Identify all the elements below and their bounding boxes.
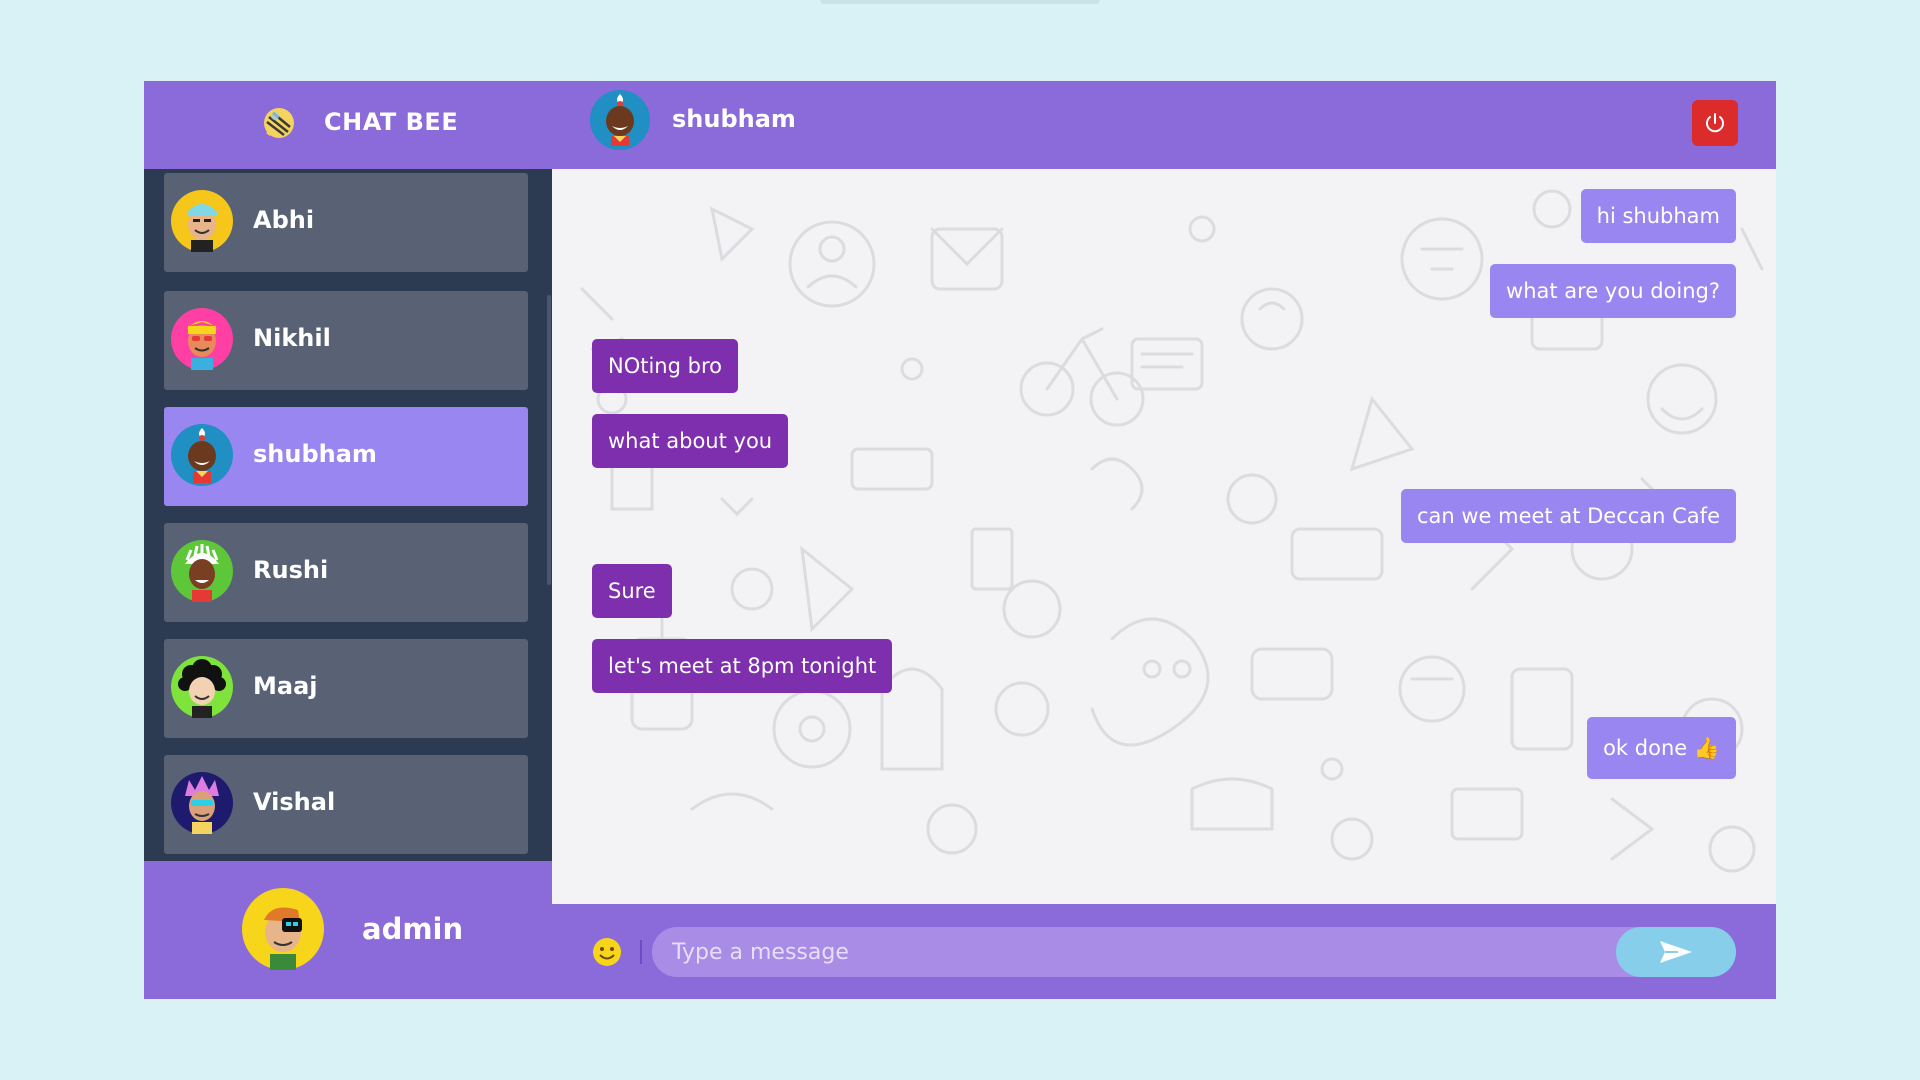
message-outgoing: hi shubham: [1580, 189, 1736, 243]
message-outgoing: what are you doing?: [1490, 264, 1736, 318]
message-incoming: Sure: [592, 564, 672, 618]
contact-item-abhi[interactable]: Abhi: [164, 173, 528, 272]
contact-item-rushi[interactable]: Rushi: [164, 523, 528, 622]
send-icon: [1660, 941, 1692, 963]
sidebar-scrollbar[interactable]: [547, 295, 551, 585]
send-button[interactable]: [1616, 927, 1736, 977]
chat-app: CHAT BEE shubham Abhi Nikhil shubham Rus…: [144, 81, 1776, 999]
contact-name: Nikhil: [253, 324, 331, 352]
avatar: [171, 190, 233, 252]
contact-avatar[interactable]: [590, 90, 650, 150]
avatar: [171, 772, 233, 834]
avatar: [171, 424, 233, 486]
chat-messages: hi shubham what are you doing? NOting br…: [552, 169, 1776, 904]
avatar: [171, 308, 233, 370]
contact-name: Abhi: [253, 206, 315, 234]
app-name: CHAT BEE: [324, 108, 459, 136]
chat-bee-logo-icon: [264, 108, 294, 138]
contact-item-nikhil[interactable]: Nikhil: [164, 291, 528, 390]
contact-item-shubham[interactable]: shubham: [164, 407, 528, 506]
emoji-icon[interactable]: [592, 937, 622, 967]
message-composer: [552, 904, 1776, 999]
logout-button[interactable]: [1692, 100, 1738, 146]
message-input[interactable]: [652, 927, 1692, 977]
message-incoming: let's meet at 8pm tonight: [592, 639, 893, 693]
message-outgoing: can we meet at Deccan Cafe: [1400, 489, 1736, 543]
contact-item-vishal[interactable]: Vishal: [164, 755, 528, 854]
composer-divider: [640, 940, 642, 964]
avatar: [171, 656, 233, 718]
current-user-panel: admin: [144, 861, 552, 999]
current-user-name: admin: [362, 912, 464, 946]
message-incoming: what about you: [592, 414, 789, 468]
app-header: CHAT BEE shubham: [144, 81, 1776, 169]
contact-name: Rushi: [253, 556, 329, 584]
avatar: [171, 540, 233, 602]
contacts-sidebar: Abhi Nikhil shubham Rushi Maaj Vishal: [144, 169, 552, 942]
current-user-avatar[interactable]: [242, 888, 324, 970]
top-decoration: [820, 0, 1100, 4]
chat-contact-name: shubham: [672, 105, 796, 133]
contact-name: Vishal: [253, 788, 336, 816]
message-outgoing: ok done 👍: [1587, 717, 1736, 779]
contact-item-maaj[interactable]: Maaj: [164, 639, 528, 738]
contact-name: Maaj: [253, 672, 318, 700]
power-icon: [1706, 113, 1724, 133]
contact-name: shubham: [253, 440, 377, 468]
message-incoming: NOting bro: [592, 339, 738, 393]
